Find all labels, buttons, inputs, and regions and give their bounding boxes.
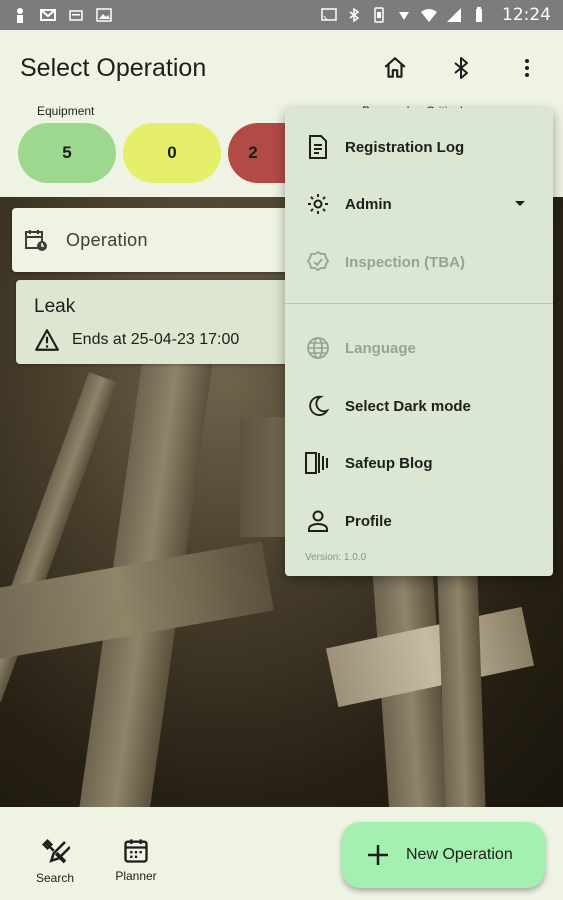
menu-item-inspection[interactable]: Inspection (TBA) xyxy=(285,237,553,287)
pill-value: 2 xyxy=(248,143,258,162)
globe-icon xyxy=(307,337,329,359)
menu-item-label: Admin xyxy=(345,195,392,213)
menu-item-label: Safeup Blog xyxy=(345,454,433,472)
nav-item-search[interactable]: Search xyxy=(25,837,85,885)
menu-item-label: Language xyxy=(345,339,416,357)
pill-value: 5 xyxy=(62,143,72,162)
operation-card-end-time: Ends at 25-04-23 17:00 xyxy=(72,331,240,348)
person-icon xyxy=(17,8,23,23)
nav-item-planner[interactable]: Planner xyxy=(106,837,166,883)
operation-selector[interactable]: Operation xyxy=(12,208,302,272)
menu-item-language[interactable]: Language xyxy=(285,323,553,373)
menu-item-registration-log[interactable]: Registration Log xyxy=(285,122,553,172)
tools-icon xyxy=(41,838,70,864)
wifi-icon xyxy=(421,9,437,22)
equipment-pill-green[interactable]: 5 xyxy=(18,123,116,183)
mail-icon xyxy=(40,9,56,21)
bluetooth-icon xyxy=(454,57,468,79)
operation-card-leak[interactable]: Leak Ends at 25-04-23 17:00 xyxy=(16,280,302,364)
app-version: Version: 1.0.0 xyxy=(305,552,367,563)
calendar-icon xyxy=(124,839,148,863)
operation-calendar-icon xyxy=(25,230,47,251)
status-bar: 12:24 xyxy=(0,0,563,30)
description-icon xyxy=(309,135,327,159)
overflow-menu: Registration Log Admin Inspection (TBA) … xyxy=(285,108,553,576)
dropdown-arrow-icon xyxy=(515,201,525,206)
vibrate-icon xyxy=(374,7,384,23)
moon-icon xyxy=(309,395,329,416)
bluetooth-button[interactable] xyxy=(443,50,479,86)
verified-icon xyxy=(306,250,330,272)
cast-icon xyxy=(321,8,337,21)
bluetooth-icon xyxy=(349,7,360,23)
nav-label: Search xyxy=(35,871,75,885)
card-icon xyxy=(69,10,83,21)
more-vert-icon xyxy=(525,59,529,77)
fab-label: New Operation xyxy=(406,846,513,863)
down-arrow-icon xyxy=(399,12,409,20)
operation-label: Operation xyxy=(66,229,148,250)
plus-icon xyxy=(368,845,388,865)
new-operation-button[interactable]: New Operation xyxy=(342,822,545,888)
menu-item-label: Registration Log xyxy=(345,138,465,156)
menu-item-label: Profile xyxy=(345,512,392,530)
menu-divider xyxy=(285,303,553,304)
menu-item-label: Inspection (TBA) xyxy=(345,253,465,271)
gear-icon xyxy=(308,194,328,214)
blog-icon xyxy=(305,452,328,474)
page-title: Select Operation xyxy=(20,53,207,82)
person-icon xyxy=(308,510,328,532)
home-icon xyxy=(384,57,406,78)
picture-icon xyxy=(96,8,112,22)
more-menu-button[interactable] xyxy=(509,50,545,86)
warning-icon xyxy=(35,329,59,351)
battery-icon xyxy=(476,7,482,22)
operation-card-title: Leak xyxy=(34,296,76,317)
menu-item-profile[interactable]: Profile xyxy=(285,496,553,546)
home-button[interactable] xyxy=(377,50,413,86)
nav-label: Planner xyxy=(115,869,157,883)
menu-item-admin[interactable]: Admin xyxy=(285,179,553,229)
status-time: 12:24 xyxy=(502,5,551,25)
equipment-label: Equipment xyxy=(37,104,95,118)
app-bar: Select Operation xyxy=(0,30,563,106)
equipment-pill-yellow[interactable]: 0 xyxy=(123,123,221,183)
menu-item-safeup-blog[interactable]: Safeup Blog xyxy=(285,438,553,488)
menu-item-label: Select Dark mode xyxy=(345,397,471,415)
signal-icon xyxy=(447,8,461,22)
menu-item-dark-mode[interactable]: Select Dark mode xyxy=(285,381,553,431)
pill-value: 0 xyxy=(167,143,177,162)
